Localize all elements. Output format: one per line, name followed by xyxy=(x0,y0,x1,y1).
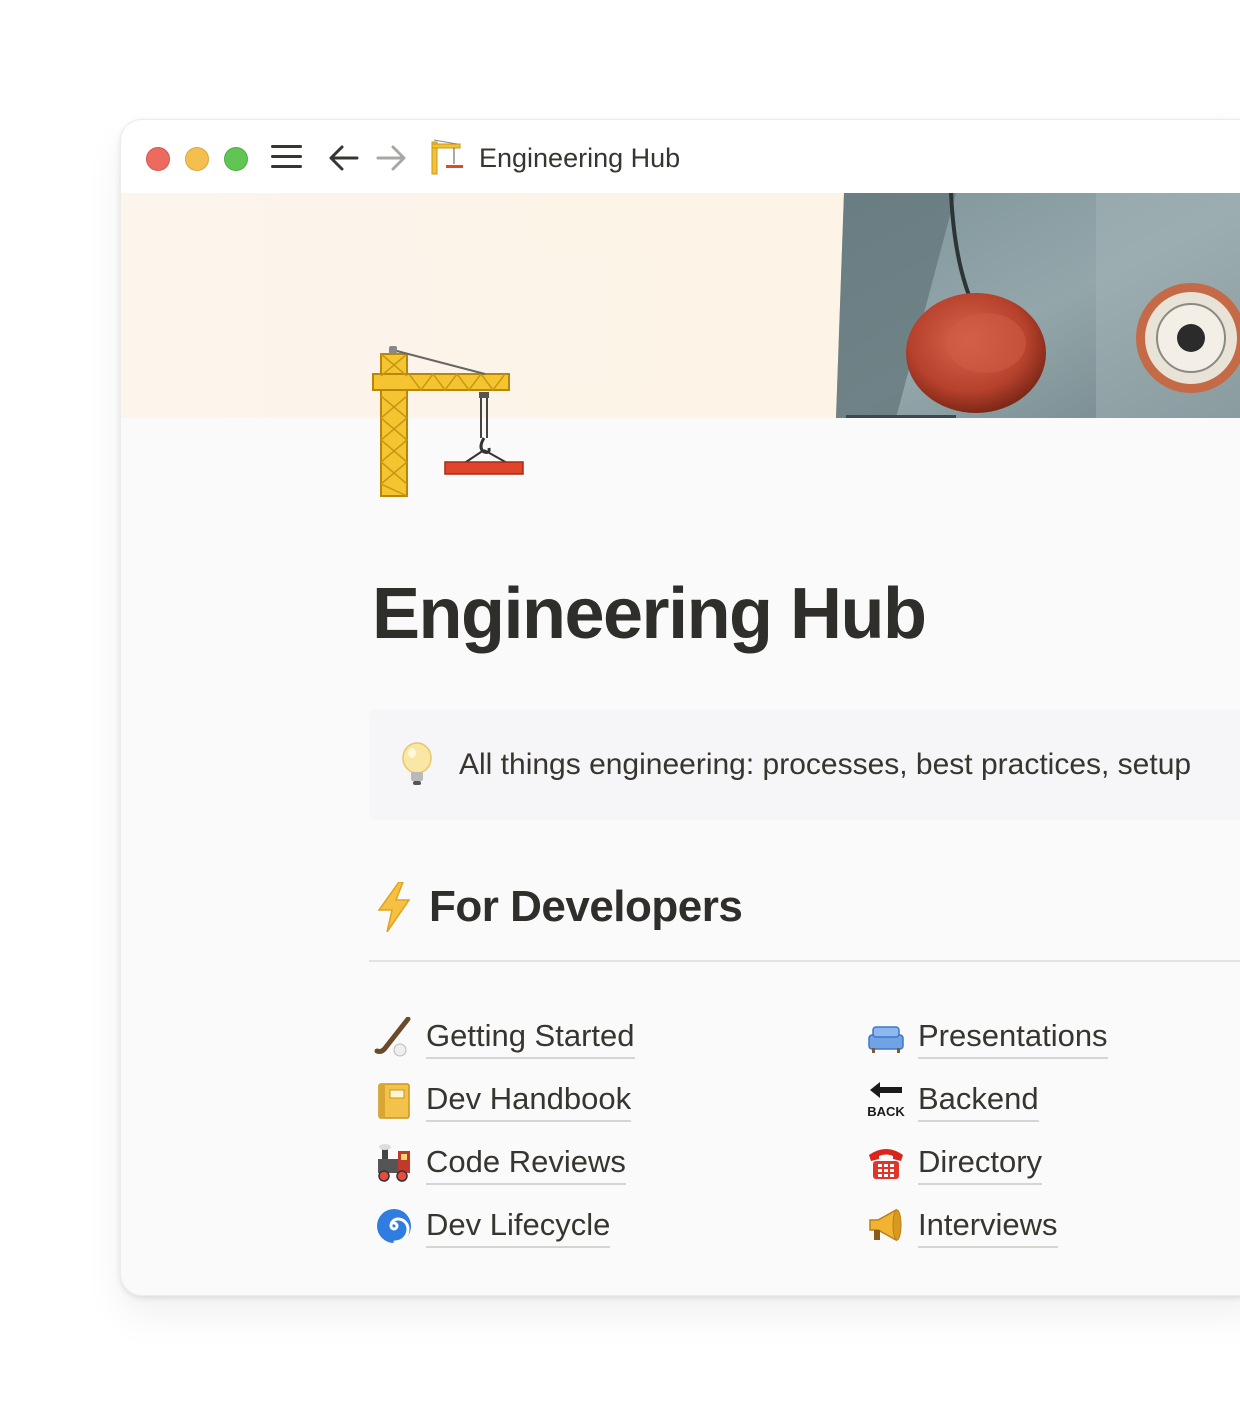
page-crane-icon[interactable] xyxy=(369,346,531,503)
high-voltage-icon xyxy=(375,881,413,937)
crane-icon xyxy=(427,138,467,181)
link-label: Getting Started xyxy=(426,1015,635,1059)
link-label: Backend xyxy=(918,1078,1039,1122)
couch-icon xyxy=(866,1017,906,1057)
back-arrow-icon[interactable] xyxy=(327,142,361,179)
section-heading[interactable]: For Developers xyxy=(429,878,743,936)
svg-text:BACK: BACK xyxy=(867,1104,905,1119)
back-arrow-icon: BACK xyxy=(866,1080,906,1120)
cover-image[interactable] xyxy=(121,193,1240,418)
page-title[interactable]: Engineering Hub xyxy=(372,572,927,656)
megaphone-icon xyxy=(866,1206,906,1246)
link-label: Dev Handbook xyxy=(426,1078,632,1122)
sidebar-menu-icon[interactable] xyxy=(269,142,305,177)
minimize-window-button[interactable] xyxy=(185,147,209,171)
link-label: Interviews xyxy=(918,1204,1058,1248)
field-hockey-icon xyxy=(374,1016,414,1057)
window-title: Engineering Hub xyxy=(479,143,681,173)
title-bar: Engineering Hub xyxy=(121,120,1240,193)
callout-text: All things engineering: processes, best … xyxy=(459,748,1192,781)
callout-block[interactable]: All things engineering: processes, best … xyxy=(369,709,1240,820)
cyclone-icon xyxy=(374,1206,414,1246)
close-window-button[interactable] xyxy=(146,147,170,171)
link-label: Directory xyxy=(918,1141,1043,1185)
locomotive-icon xyxy=(374,1143,414,1183)
app-window: Engineering Hub Engineering Hub All thin… xyxy=(120,119,1240,1296)
cover-photo xyxy=(836,193,1240,418)
ledger-icon xyxy=(374,1080,414,1120)
zoom-window-button[interactable] xyxy=(224,147,248,171)
divider xyxy=(369,960,1240,962)
link-label: Code Reviews xyxy=(426,1141,626,1185)
telephone-icon xyxy=(866,1143,906,1183)
link-label: Presentations xyxy=(918,1015,1108,1059)
light-bulb-icon xyxy=(399,742,435,793)
forward-arrow-icon[interactable] xyxy=(374,142,408,179)
link-label: Dev Lifecycle xyxy=(426,1204,611,1248)
